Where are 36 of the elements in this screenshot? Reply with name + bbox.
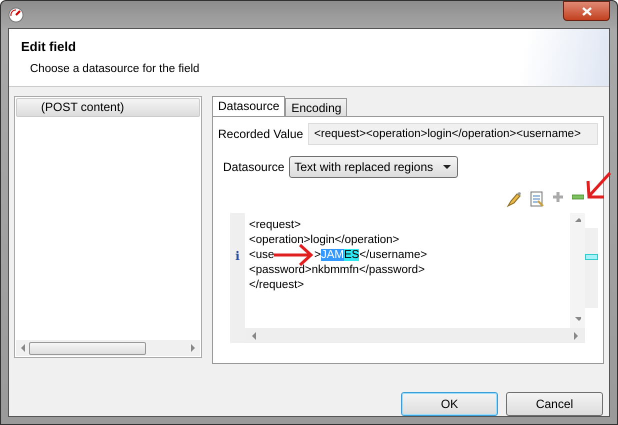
gauge-icon — [8, 7, 24, 23]
datasource-dropdown[interactable]: Text with replaced regions — [289, 156, 458, 178]
arrow-icon — [586, 171, 612, 201]
info-icon: i — [235, 248, 240, 262]
dialog-subtitle: Choose a datasource for the field — [30, 63, 200, 75]
dialog-button[interactable]: Cancel — [506, 392, 603, 416]
tab[interactable]: Datasource — [212, 96, 286, 116]
code-line: </request> — [249, 278, 305, 293]
dialog-button[interactable]: OK — [401, 392, 498, 416]
field-label: Recorded Value — [218, 127, 304, 141]
code-line: <request> — [249, 218, 302, 233]
region-marker[interactable] — [585, 254, 598, 260]
close-icon — [582, 6, 592, 16]
scroll-thumb[interactable] — [29, 342, 146, 354]
code-line: <operation>login</operation> — [249, 233, 400, 248]
field-label: Datasource — [223, 160, 284, 174]
close-button[interactable] — [563, 1, 610, 21]
scroll-down-arrow[interactable] — [574, 316, 580, 324]
scroll-right-arrow[interactable] — [190, 344, 196, 352]
scroll-up-arrow[interactable] — [574, 217, 580, 225]
scroll-left-arrow[interactable] — [20, 344, 26, 352]
scroll-right-arrow[interactable] — [573, 332, 579, 340]
text-editor[interactable]: <request> <operation>login</operation> <use >JAMES</username> <password>nkbmmfn</password> </request> — [245, 213, 585, 328]
list-item[interactable]: (POST content) — [16, 98, 200, 117]
code-line: <use >JAMES</username> — [249, 248, 570, 263]
code-line: <password>nkbmmfn</password> — [249, 263, 426, 278]
vertical-scrollbar[interactable] — [570, 213, 585, 328]
horizontal-scrollbar[interactable] — [16, 340, 200, 356]
horizontal-scrollbar[interactable] — [245, 328, 585, 343]
caret-icon — [443, 165, 452, 169]
scroll-left-arrow[interactable] — [251, 332, 257, 340]
recorded-value-field[interactable]: <request><operation>login</operation><username> — [308, 123, 598, 145]
document-icon[interactable] — [530, 191, 544, 207]
tab[interactable]: Encoding — [285, 98, 348, 116]
dialog-title: Edit field — [21, 39, 77, 54]
plus-icon[interactable] — [552, 191, 564, 203]
